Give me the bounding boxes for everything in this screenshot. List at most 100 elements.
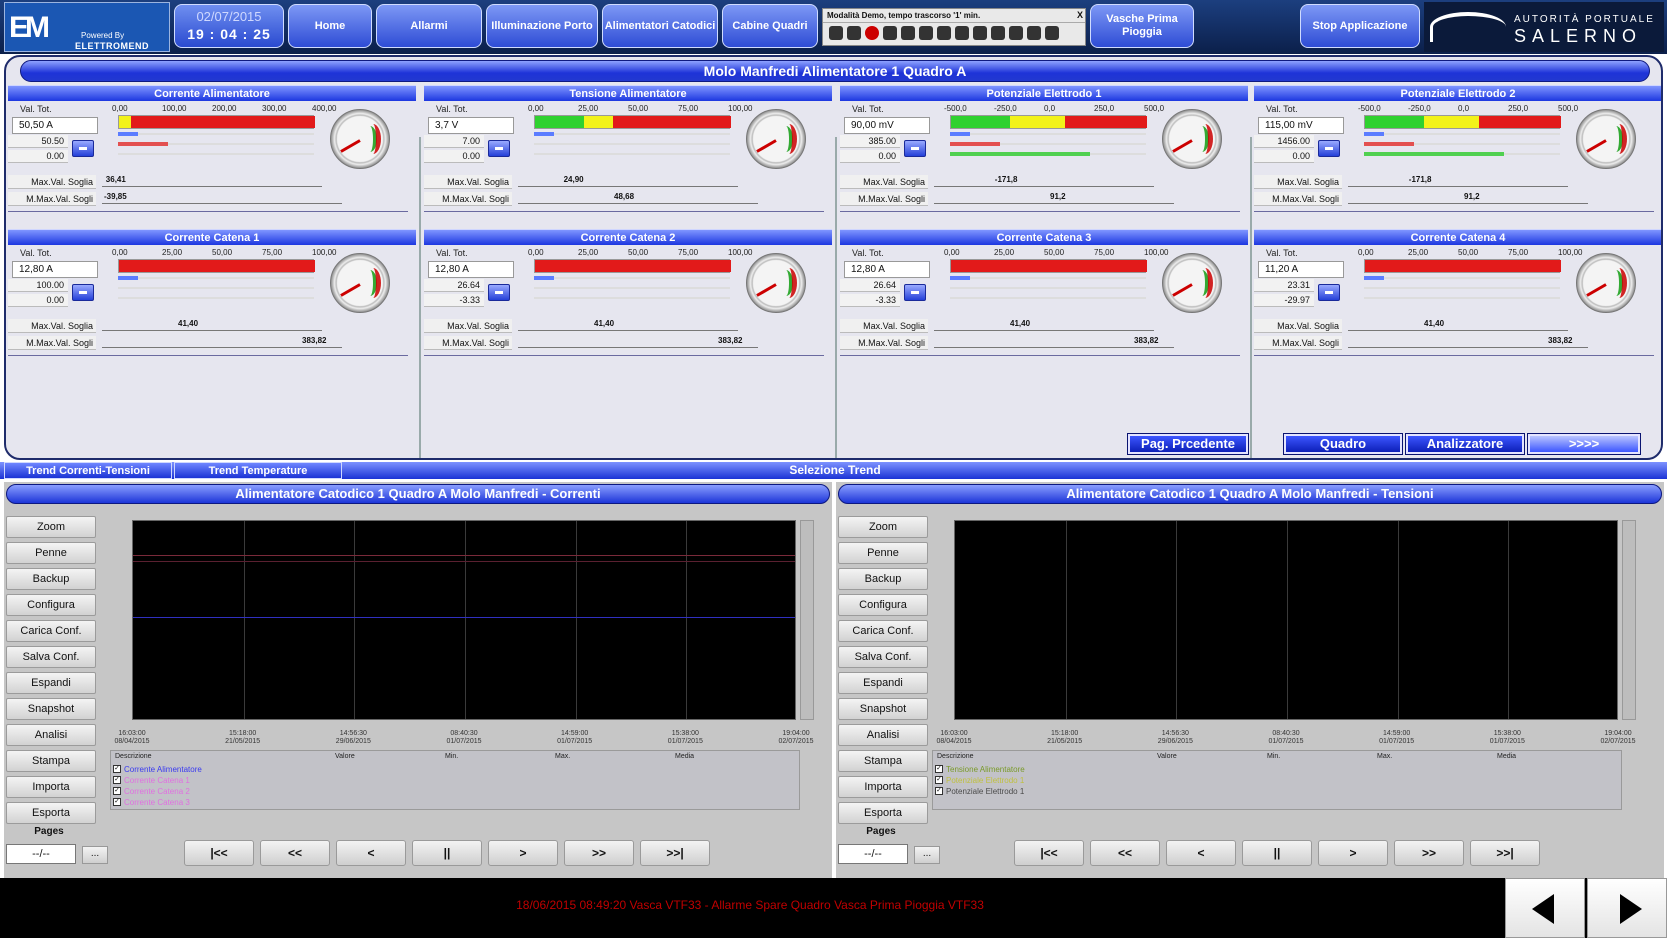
trend-nav-button[interactable]: || bbox=[412, 840, 482, 866]
trend-esporta-button[interactable]: Esporta bbox=[6, 802, 96, 824]
trend-snapshot-button[interactable]: Snapshot bbox=[6, 698, 96, 720]
scale-tick-label: 400,00 bbox=[312, 104, 337, 113]
trend-nav-button[interactable]: < bbox=[336, 840, 406, 866]
alarm-next-button[interactable] bbox=[1587, 878, 1667, 938]
legend-series-name: Tensione Alimentatore bbox=[946, 764, 1025, 774]
trend-zoom-button[interactable]: Zoom bbox=[6, 516, 96, 538]
next-page-button[interactable]: >>>> bbox=[1527, 433, 1641, 455]
trend-nav-button[interactable]: || bbox=[1242, 840, 1312, 866]
tab-trend-temperature[interactable]: Trend Temperature bbox=[174, 462, 342, 479]
tool-doc-icon[interactable] bbox=[937, 26, 951, 40]
trend-analisi-button[interactable]: Analisi bbox=[838, 724, 928, 746]
trend-stampa-button[interactable]: Stampa bbox=[838, 750, 928, 772]
trend-zoom-button[interactable]: Zoom bbox=[838, 516, 928, 538]
nav-cabine-button[interactable]: Cabine Quadri bbox=[722, 4, 818, 48]
mmax-threshold-value: -39,85 bbox=[104, 192, 127, 201]
quadro-button[interactable]: Quadro bbox=[1283, 433, 1403, 455]
legend-column-header: Max. bbox=[555, 753, 571, 760]
trend-configura-button[interactable]: Configura bbox=[6, 594, 96, 616]
trend-penne-button[interactable]: Penne bbox=[6, 542, 96, 564]
nav-home-button[interactable]: Home bbox=[288, 4, 372, 48]
legend-checkbox[interactable]: ✓ bbox=[113, 787, 121, 795]
chart-scrollbar[interactable] bbox=[800, 520, 814, 720]
trend-nav-button[interactable]: < bbox=[1166, 840, 1236, 866]
tool-pause-icon[interactable] bbox=[847, 26, 861, 40]
trend-backup-button[interactable]: Backup bbox=[6, 568, 96, 590]
trend-nav-button[interactable]: > bbox=[1318, 840, 1388, 866]
trend-importa-button[interactable]: Importa bbox=[6, 776, 96, 798]
detail-button[interactable] bbox=[1318, 284, 1340, 301]
pages-field[interactable]: --/-- bbox=[6, 844, 76, 864]
trend-caricaconf-button[interactable]: Carica Conf. bbox=[838, 620, 928, 642]
legend-checkbox[interactable]: ✓ bbox=[935, 776, 943, 784]
analizzatore-button[interactable]: Analizzatore bbox=[1405, 433, 1525, 455]
tool-monitor-icon[interactable] bbox=[973, 26, 987, 40]
prev-page-button[interactable]: Pag. Prcedente bbox=[1127, 433, 1249, 455]
detail-button[interactable] bbox=[488, 140, 510, 157]
trend-backup-button[interactable]: Backup bbox=[838, 568, 928, 590]
legend-checkbox[interactable]: ✓ bbox=[935, 787, 943, 795]
scale-tick-label: 500,0 bbox=[1558, 104, 1579, 113]
tool-print-icon[interactable] bbox=[955, 26, 969, 40]
nav-vasche-button[interactable]: Vasche Prima Pioggia bbox=[1090, 4, 1194, 48]
bar-yellow-zone bbox=[1423, 116, 1479, 128]
trend-espandi-button[interactable]: Espandi bbox=[838, 672, 928, 694]
trend-penne-button[interactable]: Penne bbox=[838, 542, 928, 564]
trend-salvaconf-button[interactable]: Salva Conf. bbox=[838, 646, 928, 668]
tool-chat-icon[interactable] bbox=[1027, 26, 1041, 40]
trend-importa-button[interactable]: Importa bbox=[838, 776, 928, 798]
total-value-field: 12,80 A bbox=[428, 261, 514, 278]
trend-nav-button[interactable]: >> bbox=[564, 840, 634, 866]
trend-nav-button[interactable]: << bbox=[260, 840, 330, 866]
nav-allarmi-button[interactable]: Allarmi bbox=[376, 4, 482, 48]
detail-button[interactable] bbox=[72, 140, 94, 157]
trend-esporta-button[interactable]: Esporta bbox=[838, 802, 928, 824]
trend-caricaconf-button[interactable]: Carica Conf. bbox=[6, 620, 96, 642]
trend-nav-button[interactable]: >>| bbox=[1470, 840, 1540, 866]
chart-scrollbar[interactable] bbox=[1622, 520, 1636, 720]
trend-nav-button[interactable]: >> bbox=[1394, 840, 1464, 866]
x-axis-label: 08:40:30 01/07/2015 bbox=[1256, 730, 1316, 746]
tool-record-icon[interactable] bbox=[865, 26, 879, 40]
stop-application-button[interactable]: Stop Applicazione bbox=[1300, 4, 1420, 48]
legend-checkbox[interactable]: ✓ bbox=[113, 765, 121, 773]
trend-analisi-button[interactable]: Analisi bbox=[6, 724, 96, 746]
trend-nav-button[interactable]: > bbox=[488, 840, 558, 866]
scale-labels: 0,00 100,00 200,00 300,00 400,00 bbox=[112, 104, 336, 114]
tool-trash-icon[interactable] bbox=[1045, 26, 1059, 40]
tool-window-icon[interactable] bbox=[1009, 26, 1023, 40]
nav-alimentatori-button[interactable]: Alimentatori Catodici bbox=[602, 4, 718, 48]
pages-field[interactable]: --/-- bbox=[838, 844, 908, 864]
tool-camera-icon[interactable] bbox=[991, 26, 1005, 40]
trend-stampa-button[interactable]: Stampa bbox=[6, 750, 96, 772]
legend-checkbox[interactable]: ✓ bbox=[935, 765, 943, 773]
detail-button[interactable] bbox=[904, 140, 926, 157]
detail-button[interactable] bbox=[904, 284, 926, 301]
scale-tick-label: 0,00 bbox=[112, 248, 128, 257]
trend-salvaconf-button[interactable]: Salva Conf. bbox=[6, 646, 96, 668]
detail-button[interactable] bbox=[488, 284, 510, 301]
tool-screen-icon[interactable] bbox=[919, 26, 933, 40]
detail-button[interactable] bbox=[1318, 140, 1340, 157]
detail-button[interactable] bbox=[72, 284, 94, 301]
trend-nav-button[interactable]: << bbox=[1090, 840, 1160, 866]
trend-snapshot-button[interactable]: Snapshot bbox=[838, 698, 928, 720]
trend-configura-button[interactable]: Configura bbox=[838, 594, 928, 616]
max-threshold-label: Max.Val. Soglia bbox=[840, 319, 928, 333]
tool-globe-icon[interactable] bbox=[901, 26, 915, 40]
tool-stop-icon[interactable] bbox=[829, 26, 843, 40]
tab-trend-correnti-tensioni[interactable]: Trend Correnti-Tensioni bbox=[4, 462, 172, 479]
pages-more-button[interactable]: ... bbox=[82, 846, 108, 864]
trend-nav-button[interactable]: |<< bbox=[1014, 840, 1084, 866]
nav-illuminazione-button[interactable]: Illuminazione Porto bbox=[486, 4, 598, 48]
legend-checkbox[interactable]: ✓ bbox=[113, 776, 121, 784]
trend-espandi-button[interactable]: Espandi bbox=[6, 672, 96, 694]
legend-checkbox[interactable]: ✓ bbox=[113, 798, 121, 806]
threshold-low-value: -3.33 bbox=[840, 294, 900, 307]
alarm-prev-button[interactable] bbox=[1505, 878, 1585, 938]
tool-flash-icon[interactable] bbox=[883, 26, 897, 40]
demo-close-button[interactable]: X bbox=[1077, 10, 1083, 20]
pages-more-button[interactable]: ... bbox=[914, 846, 940, 864]
trend-nav-button[interactable]: >>| bbox=[640, 840, 710, 866]
trend-nav-button[interactable]: |<< bbox=[184, 840, 254, 866]
